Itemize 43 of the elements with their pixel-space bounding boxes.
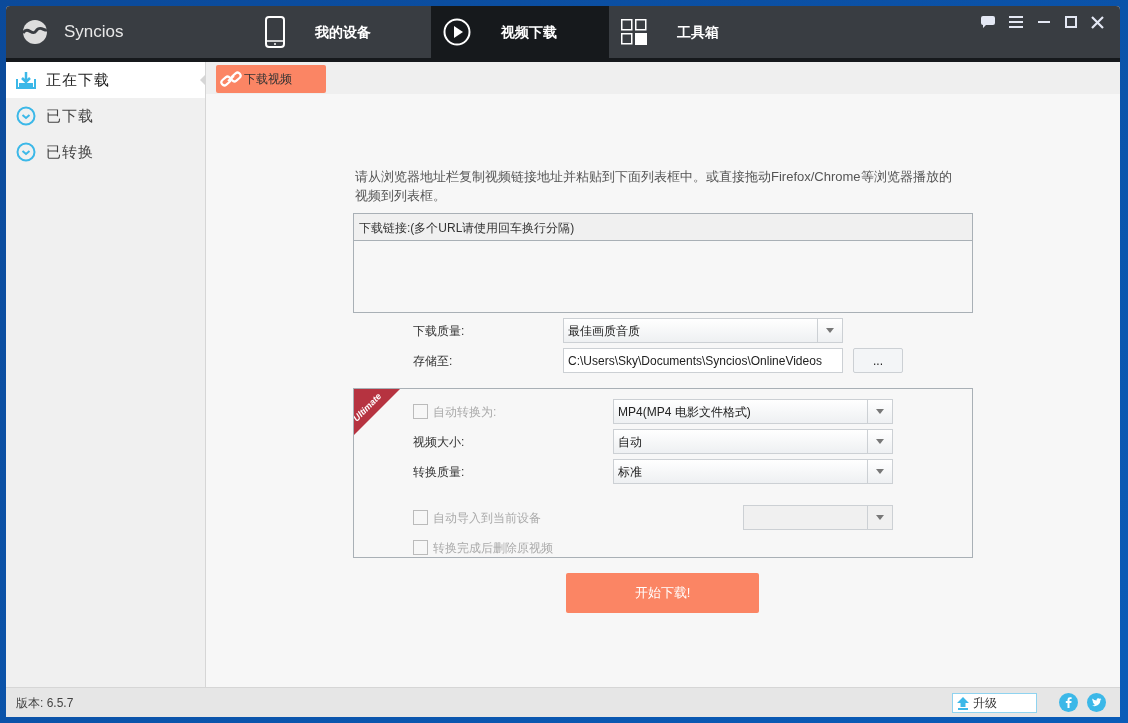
chat-bubble-icon[interactable] (981, 16, 995, 29)
nav-tab[interactable]: 工具箱 (609, 6, 787, 58)
phone-icon (265, 16, 285, 48)
caret-icon (826, 328, 834, 333)
upgrade-button[interactable]: 升级 (952, 692, 1037, 713)
play-icon (443, 18, 471, 46)
grid-icon (621, 19, 647, 45)
twitter-icon[interactable] (1087, 693, 1106, 712)
nav-tab[interactable]: 我的设备 (253, 6, 431, 58)
dropdown[interactable]: 自动 (613, 429, 893, 454)
field-label: 下载质量: (413, 322, 466, 340)
browse-button[interactable]: ... (853, 348, 903, 373)
checkbox-label: 自动导入到当前设备 (433, 509, 541, 527)
field-label: 存储至: (413, 352, 454, 370)
checkbox-label: 转换完成后删除原视频 (433, 539, 553, 557)
subtab[interactable]: 下载视频 (216, 65, 326, 93)
caret-icon (876, 515, 884, 520)
version-label: 版本: 6.5.7 (16, 694, 74, 712)
sidebar-item[interactable]: 正在下载 (6, 62, 205, 98)
menu-icon[interactable] (1009, 16, 1023, 28)
wave-logo-icon (22, 19, 48, 45)
dropdown[interactable]: 最佳画质音质 (563, 318, 843, 343)
links-input-box[interactable]: 下载链接:(多个URL请使用回车换行分隔) (353, 213, 973, 313)
instruction-text: 请从浏览器地址栏复制视频链接地址并粘贴到下面列表框中。或直接拖动Firefox/Chrome等浏览器播放的视频到列表框。 (354, 168, 953, 205)
field-label: 视频大小: (413, 433, 466, 451)
link-icon (220, 69, 242, 89)
caret-icon (876, 439, 884, 444)
up-arrow-icon (956, 695, 970, 710)
caret-icon (876, 409, 884, 414)
field-label: 转换质量: (413, 463, 466, 481)
links-box-header: 下载链接:(多个URL请使用回车换行分隔) (354, 214, 972, 241)
path-field[interactable]: C:\Users\Sky\Documents\Syncios\OnlineVideos (563, 348, 843, 373)
check-circle-icon (16, 142, 36, 162)
checkbox-label: 自动转换为: (433, 403, 497, 421)
nav-tab[interactable]: 视频下载 (431, 6, 609, 58)
facebook-icon[interactable] (1059, 693, 1078, 712)
app-name: Syncios (64, 21, 124, 44)
maximize-icon[interactable] (1065, 16, 1077, 28)
close-icon[interactable] (1091, 16, 1104, 29)
check-circle-icon (16, 106, 36, 126)
download-tray-icon (16, 71, 36, 89)
caret-icon (876, 469, 884, 474)
dropdown[interactable]: 标准 (613, 459, 893, 484)
